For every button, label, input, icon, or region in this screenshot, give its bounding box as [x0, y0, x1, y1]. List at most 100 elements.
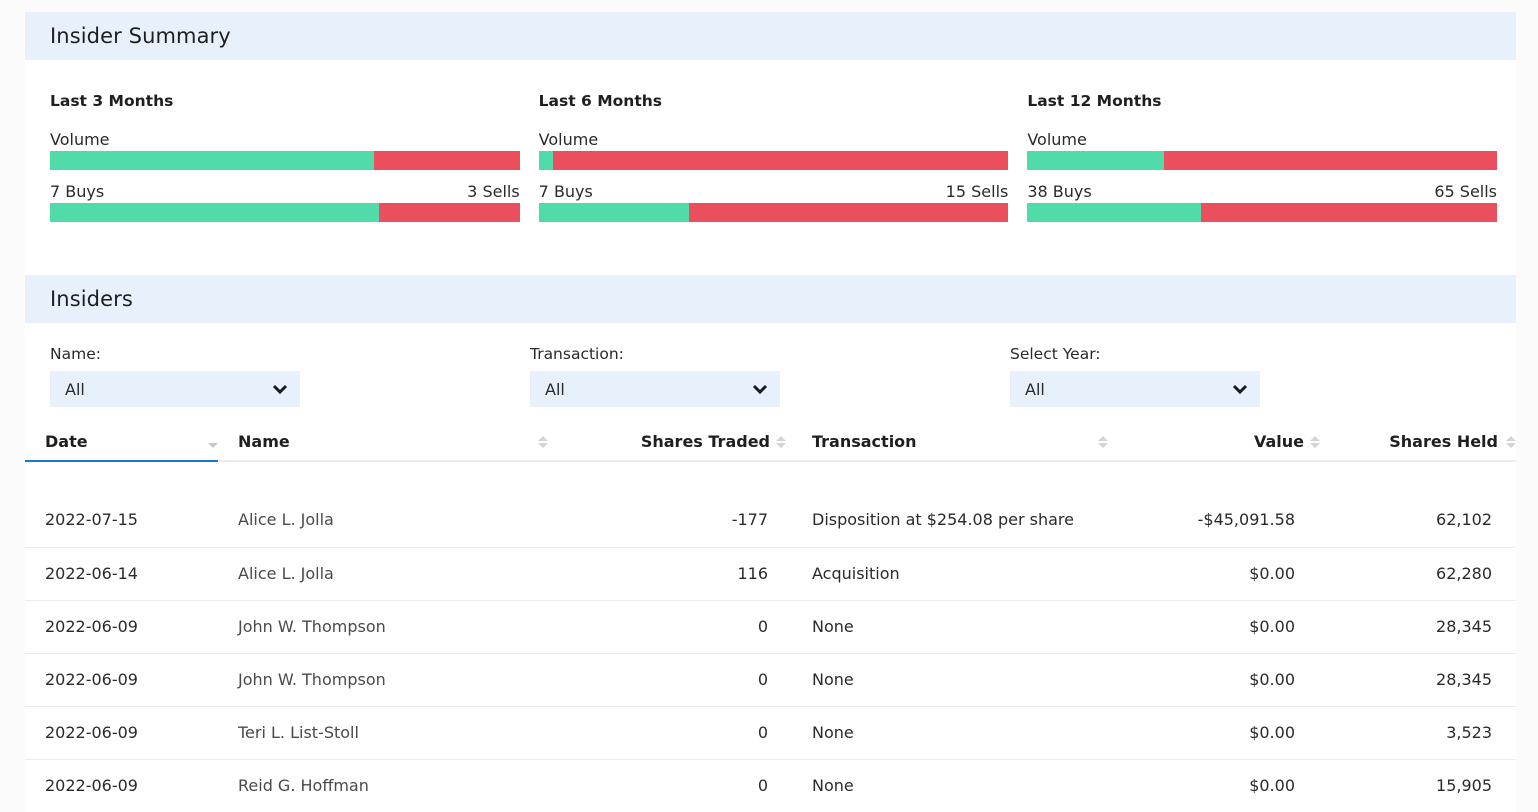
cell-date: 2022-06-09: [25, 758, 218, 812]
page: Insider Summary Last 3 Months Volume 7 B…: [25, 12, 1516, 812]
buys-count-label: 7 Buys: [538, 182, 593, 201]
count-bar: [538, 203, 1009, 222]
cell-shares-held: 15,905: [1318, 758, 1516, 812]
cell-transaction: None: [798, 599, 1108, 653]
count-sell-segment: [1201, 203, 1498, 222]
cell-value: $0.00: [1108, 758, 1318, 812]
cell-date: 2022-06-09: [25, 652, 218, 706]
period-title: Last 6 Months: [538, 92, 662, 110]
cell-shares-traded: 0: [568, 652, 798, 706]
cell-date: 2022-06-09: [25, 599, 218, 653]
cell-value: $0.00: [1108, 705, 1318, 759]
table-row[interactable]: 2022-06-09 John W. Thompson 0 None $0.00…: [25, 652, 1516, 706]
column-label: Shares Held: [1389, 432, 1498, 451]
column-header-transaction[interactable]: Transaction: [798, 423, 1108, 462]
cell-value: -$45,091.58: [1197, 509, 1295, 529]
volume-sell-segment: [374, 151, 520, 170]
name-select[interactable]: All: [50, 371, 300, 407]
buys-count-label: 38 Buys: [1027, 182, 1092, 201]
filter-label: Name:: [50, 345, 101, 363]
count-buy-segment: [50, 203, 379, 222]
count-buy-segment: [1027, 203, 1202, 222]
chevron-down-icon: [752, 384, 768, 395]
column-header-date[interactable]: Date: [25, 423, 218, 462]
count-sell-segment: [688, 203, 1009, 222]
cell-transaction: None: [798, 652, 1108, 706]
count-buy-segment: [538, 203, 689, 222]
cell-value: $0.00: [1108, 652, 1318, 706]
cell-shares-traded: 0: [568, 599, 798, 653]
cell-shares-held: 3,523: [1318, 705, 1516, 759]
table-row[interactable]: 2022-06-09 Teri L. List-Stoll 0 None $0.…: [25, 705, 1516, 759]
cell-shares-traded: 116: [568, 546, 798, 600]
filter-year: Select Year: All: [1010, 345, 1490, 423]
table-row[interactable]: 2022-06-09 Reid G. Hoffman 0 None $0.00 …: [25, 758, 1516, 812]
sort-icon: [538, 435, 548, 449]
select-value: All: [545, 379, 565, 399]
cell-value: $0.00: [1108, 546, 1318, 600]
cell-date: 2022-06-14: [25, 546, 218, 600]
column-label: Name: [238, 432, 290, 451]
cell-shares-held: 28,345: [1318, 599, 1516, 653]
column-header-value[interactable]: Value: [1108, 423, 1320, 462]
cell-shares-traded: -177: [731, 509, 768, 529]
cell-name: John W. Thompson: [218, 599, 568, 653]
volume-bar: [1027, 151, 1498, 170]
sells-count-label: 15 Sells: [945, 182, 1009, 201]
column-label: Shares Traded: [640, 432, 770, 451]
cell-shares-traded: 0: [568, 705, 798, 759]
column-label: Date: [45, 432, 88, 451]
table-row[interactable]: 2022-07-15 Alice L. Jolla -177 Dispositi…: [25, 461, 1516, 547]
volume-buy-segment: [1027, 151, 1164, 170]
chevron-down-icon: [272, 384, 288, 395]
cell-transaction: Disposition at $254.08 per share: [812, 509, 1074, 529]
count-sell-segment: [378, 203, 520, 222]
sells-count-label: 65 Sells: [1434, 182, 1498, 201]
count-bar: [1027, 203, 1498, 222]
chevron-down-icon: [1232, 384, 1248, 395]
sort-desc-icon: [208, 435, 218, 449]
filter-label: Transaction:: [530, 345, 624, 363]
cell-name: Reid G. Hoffman: [218, 758, 568, 812]
period-6-months: Last 6 Months Volume 7 Buys 15 Sells: [538, 92, 1009, 275]
period-title: Last 12 Months: [1027, 92, 1162, 110]
cell-transaction: Acquisition: [798, 546, 1108, 600]
cell-name: Teri L. List-Stoll: [218, 705, 568, 759]
insider-summary-header: Insider Summary: [25, 12, 1516, 60]
period-3-months: Last 3 Months Volume 7 Buys 3 Sells: [50, 92, 520, 275]
insiders-table: Date Name Shares Traded Transaction Valu…: [25, 423, 1516, 812]
cell-name: Alice L. Jolla: [218, 546, 568, 600]
insider-summary-title: Insider Summary: [50, 24, 231, 48]
volume-sell-segment: [1163, 151, 1498, 170]
sells-count-label: 3 Sells: [467, 182, 520, 201]
cell-shares-traded: 0: [568, 758, 798, 812]
volume-bar: [538, 151, 1009, 170]
insiders-header: Insiders: [25, 275, 1516, 323]
year-select[interactable]: All: [1010, 371, 1260, 407]
volume-bar: [50, 151, 520, 170]
sort-icon: [1098, 435, 1108, 449]
insiders-title: Insiders: [50, 287, 133, 311]
table-header-row: Date Name Shares Traded Transaction Valu…: [25, 423, 1516, 462]
select-value: All: [1025, 379, 1045, 399]
count-bar: [50, 203, 520, 222]
filter-name: Name: All: [50, 345, 530, 423]
table-row[interactable]: 2022-06-09 John W. Thompson 0 None $0.00…: [25, 599, 1516, 653]
volume-label: Volume: [538, 130, 599, 149]
column-header-shares-held[interactable]: Shares Held: [1318, 423, 1516, 462]
volume-label: Volume: [1027, 130, 1087, 149]
cell-shares-held: 62,102: [1436, 509, 1492, 529]
column-header-name[interactable]: Name: [218, 423, 568, 462]
volume-buy-segment: [538, 151, 553, 170]
cell-shares-held: 28,345: [1318, 652, 1516, 706]
table-row[interactable]: 2022-06-14 Alice L. Jolla 116 Acquisitio…: [25, 546, 1516, 600]
cell-transaction: None: [798, 705, 1108, 759]
period-12-months: Last 12 Months Volume 38 Buys 65 Sells: [1027, 92, 1498, 275]
cell-date: 2022-06-09: [25, 705, 218, 759]
cell-name: John W. Thompson: [218, 652, 568, 706]
cell-shares-held: 62,280: [1318, 546, 1516, 600]
volume-buy-segment: [50, 151, 375, 170]
cell-transaction: None: [798, 758, 1108, 812]
column-header-shares-traded[interactable]: Shares Traded: [568, 423, 798, 462]
transaction-select[interactable]: All: [530, 371, 780, 407]
